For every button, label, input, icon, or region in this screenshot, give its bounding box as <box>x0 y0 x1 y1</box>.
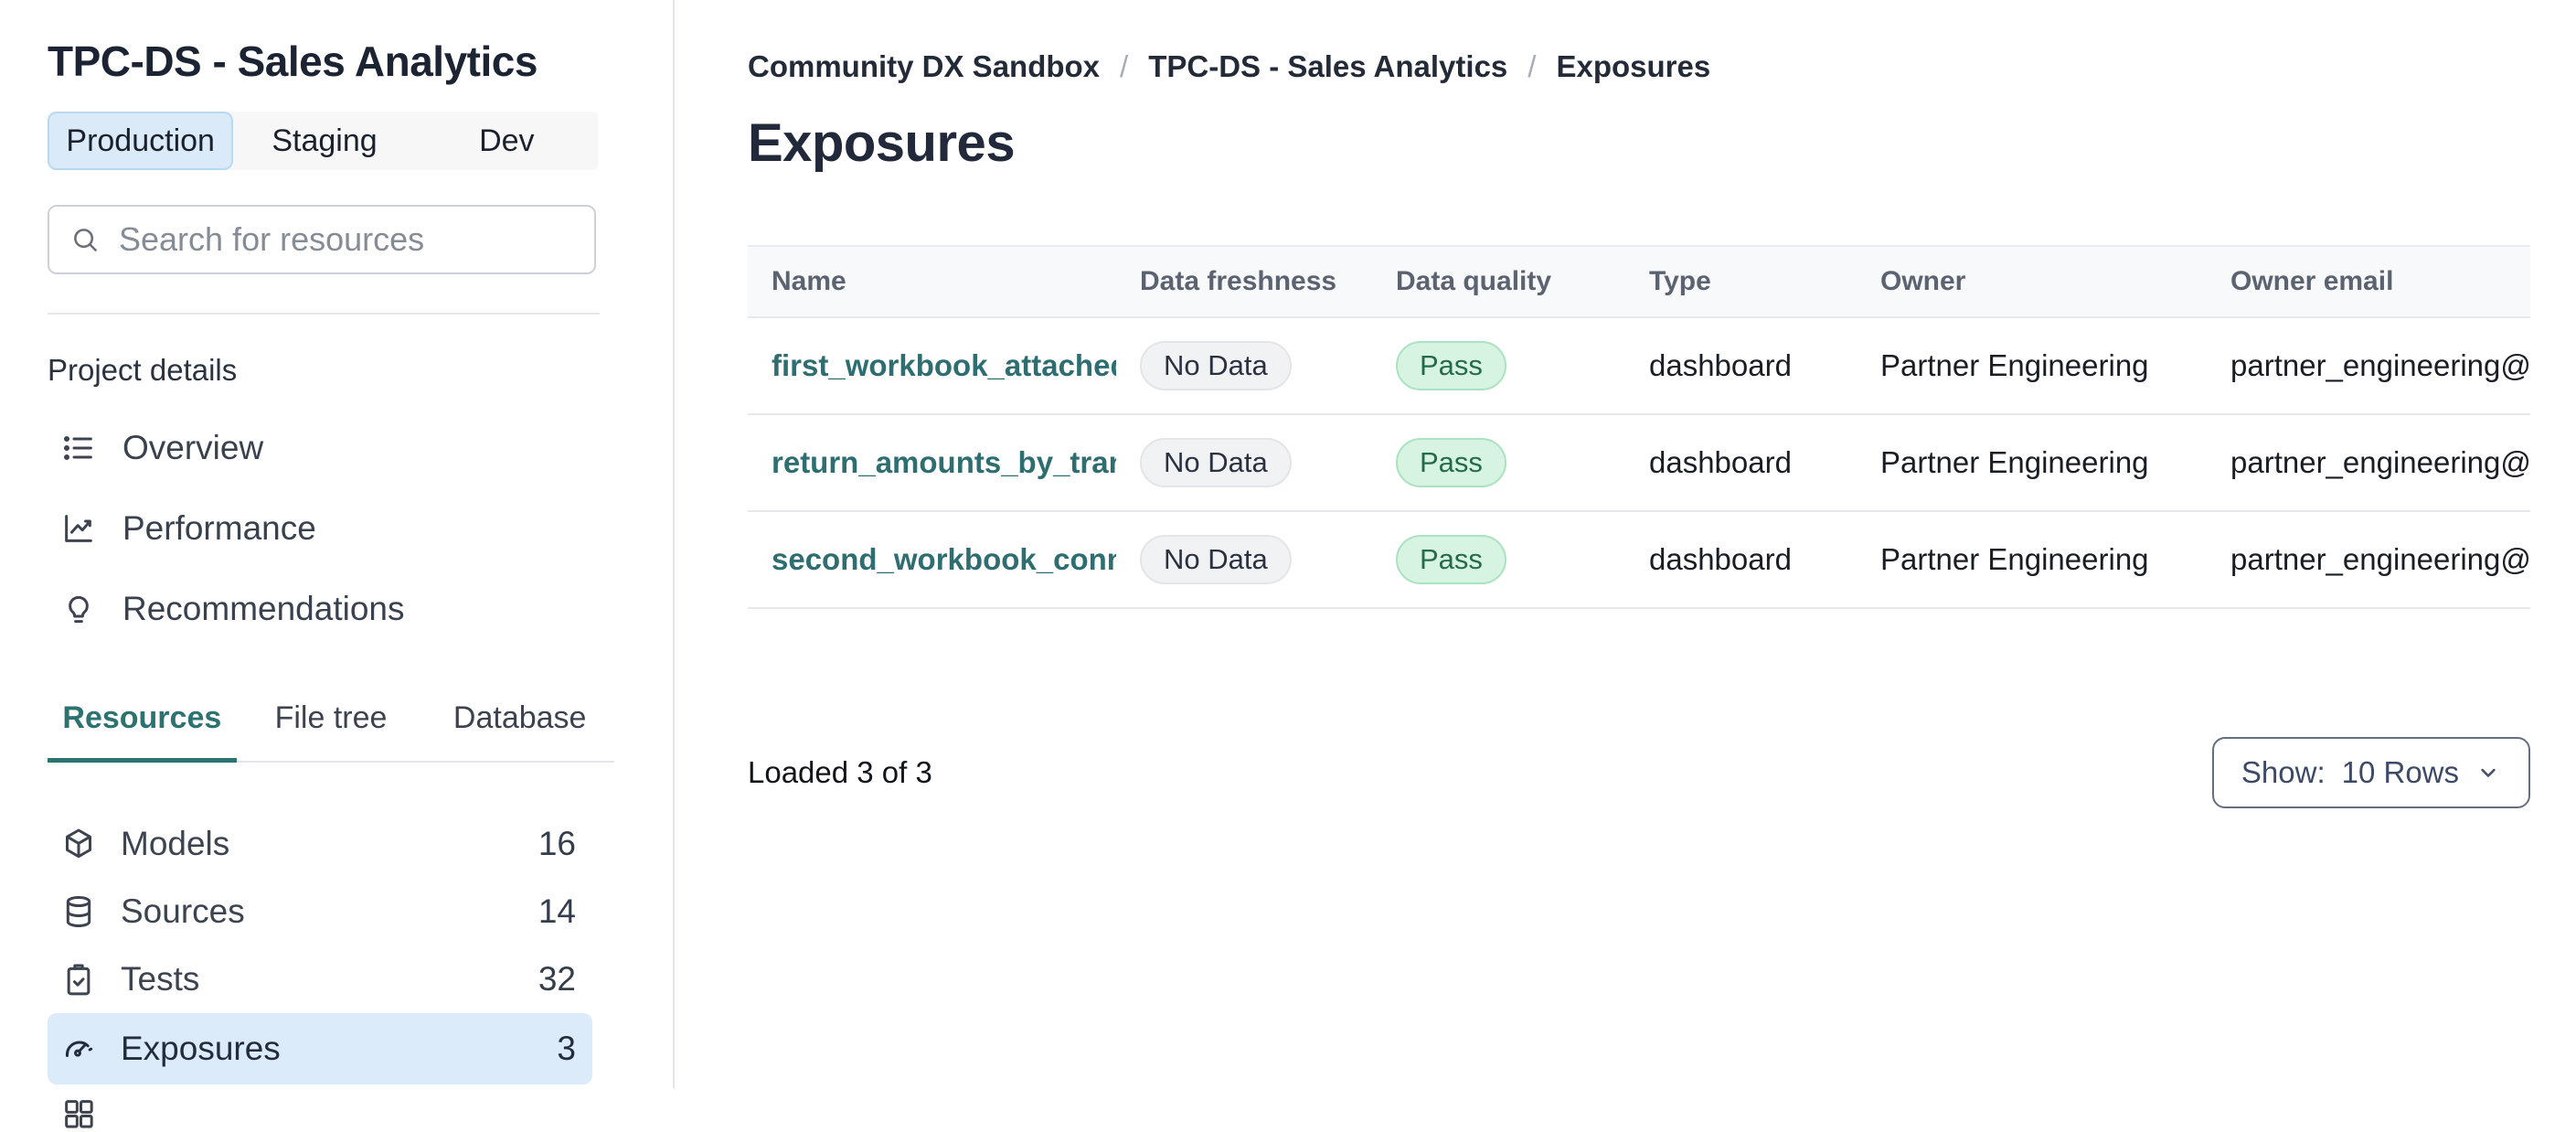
list-icon <box>60 430 97 466</box>
type-cell: dashboard <box>1649 348 1792 382</box>
breadcrumb-separator: / <box>1528 49 1537 83</box>
table-row: first_workbook_attached… No Data Pass da… <box>748 318 2530 415</box>
resource-count: 14 <box>538 892 576 930</box>
search-placeholder: Search for resources <box>119 220 425 258</box>
type-cell: dashboard <box>1649 445 1792 479</box>
env-tab-dev[interactable]: Dev <box>416 112 598 170</box>
resource-count: 16 <box>538 825 576 862</box>
owner-email-cell: partner_engineering@dbt… <box>2230 445 2530 479</box>
clipboard-check-icon <box>60 961 97 998</box>
tab-resources[interactable]: Resources <box>48 700 237 763</box>
line-chart-icon <box>60 510 97 547</box>
page-title: Exposures <box>748 113 1016 173</box>
resource-label: Exposures <box>121 1030 281 1067</box>
tab-database[interactable]: Database <box>425 700 614 763</box>
freshness-badge: No Data <box>1140 438 1292 487</box>
exposure-link[interactable]: return_amounts_by_tran… <box>772 445 1116 479</box>
owner-cell: Partner Engineering <box>1880 445 2149 479</box>
freshness-badge: No Data <box>1140 341 1292 390</box>
breadcrumb-account[interactable]: Community DX Sandbox <box>748 49 1100 84</box>
sidebar-item-exposures[interactable]: Exposures 3 <box>48 1013 592 1084</box>
grid-icon <box>60 1095 97 1132</box>
sidebar-item-models[interactable]: Models 16 <box>48 810 592 878</box>
database-icon <box>60 893 97 930</box>
cube-icon <box>60 826 97 862</box>
freshness-badge: No Data <box>1140 535 1292 584</box>
owner-cell: Partner Engineering <box>1880 348 2149 382</box>
breadcrumb-separator: / <box>1120 49 1129 83</box>
tab-file-tree[interactable]: File tree <box>237 700 426 763</box>
project-nav: Overview Performance Recommendations <box>48 408 600 649</box>
table-row: second_workbook_conn… No Data Pass dashb… <box>748 512 2530 609</box>
sidebar-item-sources[interactable]: Sources 14 <box>48 878 592 945</box>
column-header-quality: Data quality <box>1396 266 1552 296</box>
sidebar-item-tests[interactable]: Tests 32 <box>48 945 592 1013</box>
resource-label: Sources <box>121 892 245 930</box>
main-content: Community DX Sandbox / TPC-DS - Sales An… <box>748 0 2530 808</box>
column-header-type: Type <box>1649 266 1711 296</box>
nav-item-performance[interactable]: Performance <box>48 488 600 569</box>
resource-count: 3 <box>557 1030 576 1067</box>
gauge-icon <box>60 1031 97 1067</box>
breadcrumb: Community DX Sandbox / TPC-DS - Sales An… <box>748 49 2530 84</box>
show-label: Show: <box>2241 755 2326 789</box>
project-details-label: Project details <box>48 353 238 387</box>
type-cell: dashboard <box>1649 542 1792 576</box>
loaded-status: Loaded 3 of 3 <box>748 755 932 789</box>
search-input[interactable]: Search for resources <box>48 205 596 274</box>
breadcrumb-project[interactable]: TPC-DS - Sales Analytics <box>1148 49 1507 84</box>
nav-item-recommendations[interactable]: Recommendations <box>48 569 600 649</box>
nav-label: Recommendations <box>122 590 405 627</box>
nav-label: Overview <box>122 429 264 466</box>
quality-badge: Pass <box>1396 341 1506 390</box>
project-title: TPC-DS - Sales Analytics <box>48 37 538 85</box>
owner-email-cell: partner_engineering@dbt… <box>2230 348 2530 382</box>
table-header-row: Name Data freshness Data quality Type Ow… <box>748 245 2530 318</box>
quality-badge: Pass <box>1396 438 1506 487</box>
owner-email-cell: partner_engineering@dbt… <box>2230 542 2530 576</box>
column-header-name: Name <box>772 266 846 296</box>
column-header-owner: Owner <box>1880 266 1966 296</box>
show-value: 10 Rows <box>2341 755 2459 789</box>
resource-label: Models <box>121 825 230 862</box>
resource-view-tabs: Resources File tree Database <box>48 700 614 763</box>
breadcrumb-current: Exposures <box>1556 49 1711 83</box>
exposure-link[interactable]: first_workbook_attached… <box>772 348 1116 382</box>
table-row: return_amounts_by_tran… No Data Pass das… <box>748 415 2530 512</box>
environment-tabs: Production Staging Dev <box>48 112 598 170</box>
column-header-owner-email: Owner email <box>2230 266 2394 296</box>
exposure-link[interactable]: second_workbook_conn… <box>772 542 1116 576</box>
sidebar-main-divider <box>673 0 675 1088</box>
rows-per-page-dropdown[interactable]: Show: 10 Rows <box>2211 737 2530 808</box>
table-footer: Loaded 3 of 3 Show: 10 Rows <box>748 737 2530 808</box>
sidebar-divider <box>48 313 600 315</box>
resource-label: Tests <box>121 960 200 998</box>
resource-count: 32 <box>538 960 576 998</box>
chevron-down-icon <box>2475 760 2501 785</box>
quality-badge: Pass <box>1396 535 1506 584</box>
owner-cell: Partner Engineering <box>1880 542 2149 576</box>
resource-list: Models 16 Sources 14 Tests 32 Exposures … <box>48 810 592 1132</box>
sidebar-item-partial[interactable] <box>48 1095 592 1132</box>
lightbulb-icon <box>60 591 97 627</box>
env-tab-production[interactable]: Production <box>48 112 234 170</box>
sidebar: TPC-DS - Sales Analytics Production Stag… <box>0 0 673 1128</box>
nav-item-overview[interactable]: Overview <box>48 408 600 488</box>
column-header-freshness: Data freshness <box>1140 266 1337 296</box>
env-tab-staging[interactable]: Staging <box>233 112 415 170</box>
nav-label: Performance <box>122 509 316 547</box>
exposures-table: Name Data freshness Data quality Type Ow… <box>748 245 2530 609</box>
search-icon <box>69 224 101 255</box>
